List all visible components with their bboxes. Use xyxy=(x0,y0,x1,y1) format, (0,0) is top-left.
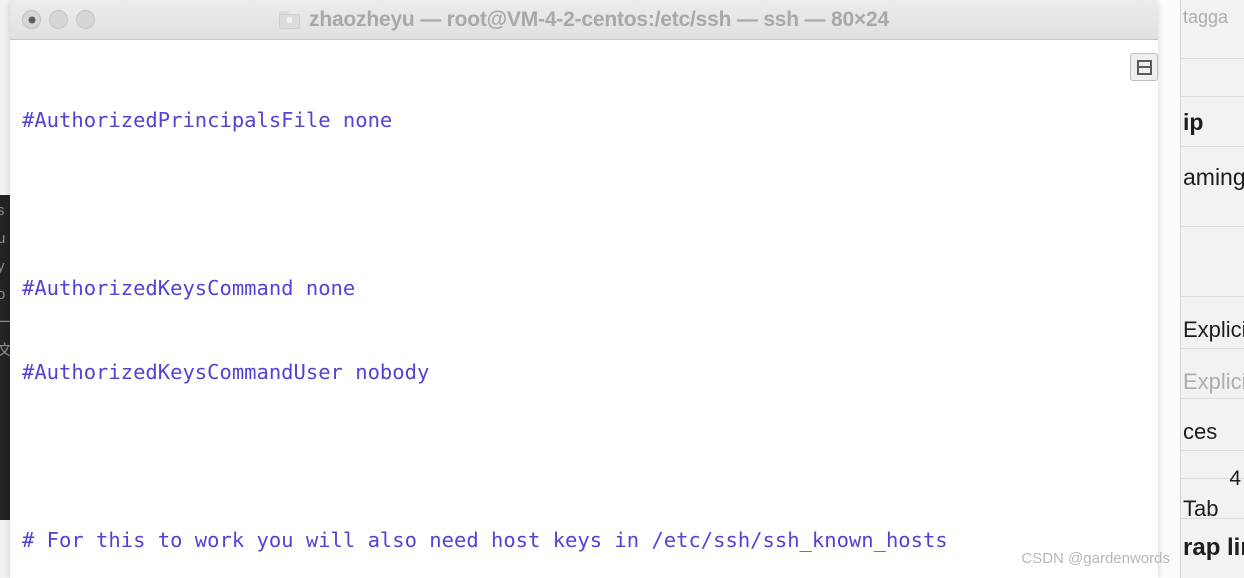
background-settings-column: tagga ip aming Explicit Explicit ces 4 T… xyxy=(1180,0,1244,578)
left-edge-glyph: o xyxy=(0,286,6,303)
terminal-line: #AuthorizedKeysCommand none xyxy=(22,276,356,300)
terminal-line: # For this to work you will also need ho… xyxy=(22,528,948,552)
background-setting-row[interactable]: Explicit xyxy=(1181,360,1244,404)
background-setting-row[interactable]: tagga xyxy=(1181,2,1244,32)
background-setting-row[interactable]: ces xyxy=(1181,412,1244,452)
zoom-button[interactable] xyxy=(76,10,95,29)
background-setting-row[interactable]: aming xyxy=(1181,155,1244,199)
background-row-separator xyxy=(1181,296,1244,297)
background-setting-value[interactable]: 4 xyxy=(1181,462,1244,496)
left-edge-glyph: s xyxy=(0,202,5,219)
terminal-output: #AuthorizedPrincipalsFile none #Authoriz… xyxy=(22,50,948,578)
background-window-left-strip xyxy=(1155,0,1181,578)
background-setting-row[interactable]: ip xyxy=(1181,100,1244,144)
background-setting-row[interactable]: Explicit xyxy=(1181,308,1244,352)
minimize-button[interactable] xyxy=(49,10,68,29)
screenshot-root: tagga ip aming Explicit Explicit ces 4 T… xyxy=(0,0,1244,578)
background-settings-window[interactable]: tagga ip aming Explicit Explicit ces 4 T… xyxy=(1155,0,1244,578)
terminal-line: #AuthorizedKeysCommandUser nobody xyxy=(22,360,430,384)
background-setting-row[interactable]: rap lin xyxy=(1181,528,1244,568)
background-row-separator xyxy=(1181,146,1244,147)
background-row-separator xyxy=(1181,96,1244,97)
folder-lock-icon xyxy=(279,10,301,29)
watermark: CSDN @gardenwords xyxy=(1021,550,1170,567)
title-group: zhaozheyu — root@VM-4-2-centos:/etc/ssh … xyxy=(10,8,1158,32)
split-pane-icon[interactable] xyxy=(1130,53,1158,81)
terminal-line: #AuthorizedPrincipalsFile none xyxy=(22,108,393,132)
terminal-window[interactable]: zhaozheyu — root@VM-4-2-centos:/etc/ssh … xyxy=(10,0,1158,578)
left-edge-glyph: y xyxy=(0,258,5,275)
window-controls xyxy=(22,10,95,29)
left-edge-glyph: u xyxy=(0,230,6,247)
close-button[interactable] xyxy=(22,10,41,29)
background-setting-row[interactable]: Tab xyxy=(1181,492,1244,526)
terminal-body[interactable]: #AuthorizedPrincipalsFile none #Authoriz… xyxy=(10,40,1158,578)
background-row-separator xyxy=(1181,58,1244,59)
terminal-titlebar[interactable]: zhaozheyu — root@VM-4-2-centos:/etc/ssh … xyxy=(10,0,1158,40)
window-title: zhaozheyu — root@VM-4-2-centos:/etc/ssh … xyxy=(309,7,889,31)
background-row-separator xyxy=(1181,226,1244,227)
